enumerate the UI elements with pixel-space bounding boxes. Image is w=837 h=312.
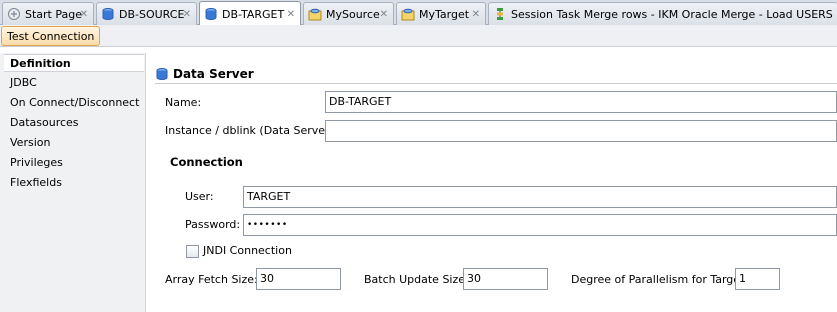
tab-session-task[interactable]: Session Task Merge rows - IKM Oracle Mer… [488, 2, 837, 25]
tab-label: MySource [326, 7, 380, 21]
session-task-icon [497, 8, 503, 20]
nav-item-privileges[interactable]: Privileges [4, 154, 144, 172]
batch-update-field[interactable]: 30 [463, 268, 548, 290]
name-label: Name: [165, 96, 202, 109]
tab-label: DB-SOURCE [119, 7, 185, 21]
tab-label: DB-TARGET [222, 7, 285, 21]
user-field[interactable]: TARGET [243, 186, 837, 208]
nav-item-jdbc[interactable]: JDBC [4, 74, 144, 92]
database-icon [205, 8, 217, 21]
tab-start-page[interactable]: Start Page ✕ [2, 2, 94, 25]
tab-label: Start Page [25, 7, 82, 21]
start-page-icon [8, 8, 20, 20]
editor-toolbar: Test Connection [0, 25, 837, 47]
close-icon[interactable]: ✕ [287, 9, 295, 20]
close-icon[interactable]: ✕ [183, 9, 191, 20]
database-icon [102, 8, 114, 21]
nav-item-version[interactable]: Version [4, 134, 144, 152]
close-icon[interactable]: ✕ [80, 9, 88, 20]
tab-db-source[interactable]: DB-SOURCE ✕ [96, 2, 197, 25]
definition-nav: Definition JDBC On Connect/Disconnect Da… [0, 53, 146, 312]
name-field[interactable]: DB-TARGET [325, 91, 837, 113]
tab-label: Session Task Merge rows - IKM Oracle Mer… [511, 7, 833, 21]
batch-update-label: Batch Update Size: [364, 273, 469, 286]
nav-item-flexfields[interactable]: Flexfields [4, 174, 144, 192]
connection-heading: Connection [170, 155, 243, 169]
tab-label: MyTarget [419, 7, 470, 21]
parallelism-field[interactable]: 1 [735, 268, 780, 290]
tab-mysource[interactable]: MySource ✕ [303, 2, 394, 25]
array-fetch-field[interactable]: 30 [256, 268, 341, 290]
password-label: Password: [185, 218, 241, 231]
instance-field[interactable] [325, 120, 837, 142]
tab-mytarget[interactable]: MyTarget ✕ [396, 2, 486, 25]
user-label: User: [185, 190, 214, 203]
close-icon[interactable]: ✕ [472, 9, 480, 20]
array-fetch-label: Array Fetch Size: [165, 273, 258, 286]
test-connection-button[interactable]: Test Connection [1, 26, 101, 46]
database-icon [156, 68, 168, 81]
section-divider [155, 83, 837, 84]
jndi-label: JNDI Connection [203, 244, 292, 257]
close-icon[interactable]: ✕ [380, 9, 388, 20]
password-field[interactable]: ••••••• [243, 214, 837, 236]
nav-item-on-connect-disconnect[interactable]: On Connect/Disconnect [4, 94, 144, 112]
schema-icon [401, 8, 415, 21]
editor-tab-bar: Start Page ✕ DB-SOURCE ✕ DB-TARGET ✕ MyS… [0, 0, 837, 26]
jndi-checkbox[interactable] [186, 245, 199, 258]
parallelism-label: Degree of Parallelism for Target: [571, 273, 749, 286]
instance-label: Instance / dblink (Data Server): [165, 124, 338, 137]
nav-item-definition[interactable]: Definition [4, 54, 144, 72]
section-title-label: Data Server [173, 67, 254, 81]
section-title-data-server: Data Server [155, 66, 254, 82]
nav-item-datasources[interactable]: Datasources [4, 114, 144, 132]
schema-icon [308, 8, 322, 21]
tab-db-target[interactable]: DB-TARGET ✕ [199, 1, 301, 26]
definition-panel: Data Server Name: DB-TARGET Instance / d… [147, 53, 837, 312]
